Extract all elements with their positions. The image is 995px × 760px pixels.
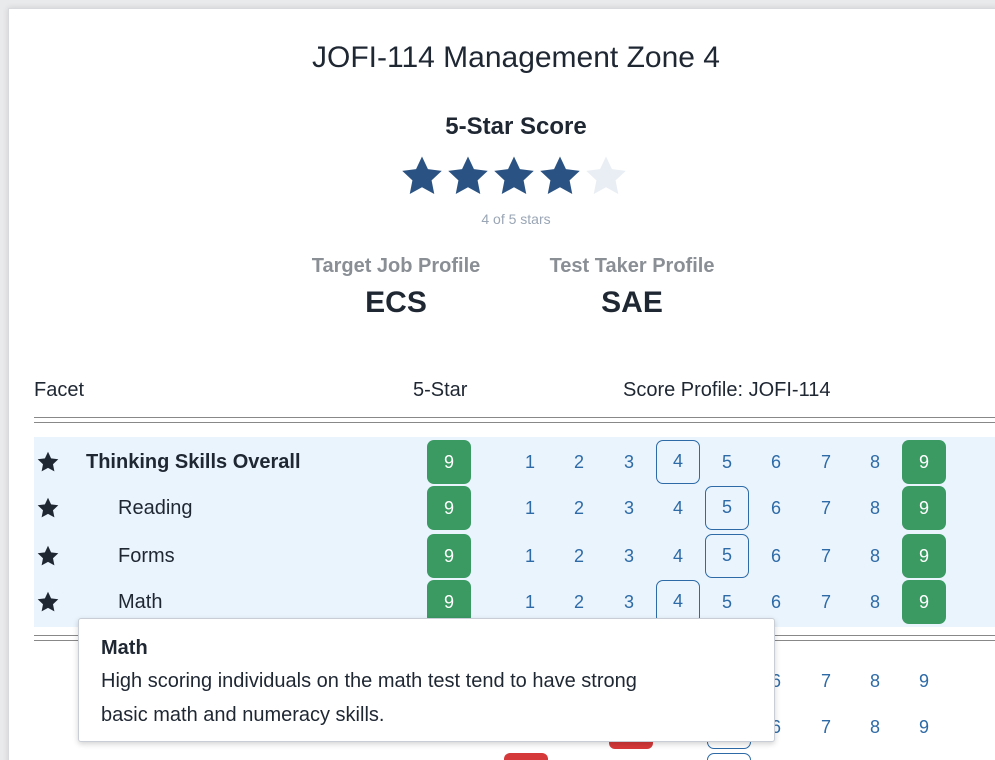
score-option: 3 [623,498,634,518]
score-option: 7 [820,452,831,472]
five-star-badge: 9 [427,534,471,578]
tooltip-body: High scoring individuals on the math tes… [101,664,752,732]
facet-row[interactable]: Reading 9 1 2 3 4 5 6 7 8 9 [34,485,995,531]
profile-target-badge: 9 [902,580,946,624]
score-option: 7 [820,592,831,612]
score-option: 1 [524,452,535,472]
star-icon-filled [494,156,534,195]
score-option: 8 [869,498,880,518]
profile-target-badge: 9 [902,440,946,484]
selected-score: 5 [705,486,749,530]
score-heading: 5-Star Score [445,113,587,140]
star-icon [36,544,60,568]
five-star-badge: 9 [427,440,471,484]
score-option: 9 [918,671,929,691]
facet-name[interactable]: Forms [118,545,175,568]
facet-row[interactable]: Thinking Skills Overall 9 1 2 3 4 5 6 7 8 9 [34,439,995,485]
score-option: 2 [573,498,584,518]
test-taker-profile-value: SAE [601,286,663,319]
score-option: 7 [820,546,831,566]
profile-target-badge: 9 [902,534,946,578]
star-rating [399,153,629,199]
score-option: 8 [869,671,880,691]
score-option: 2 [573,452,584,472]
header-score-profile: Score Profile: JOFI-114 [623,379,831,401]
target-job-profile: Target Job Profile ECS [291,255,501,320]
tooltip-title: Math [101,637,148,659]
star-icon [36,590,60,614]
selected-score: 4 [656,440,700,484]
tooltip-body-line2: basic math and numeracy skills. [101,704,385,726]
score-option: 6 [770,498,781,518]
star-icon-filled [540,156,580,195]
score-option: 4 [672,546,683,566]
score-option: 1 [524,546,535,566]
score-option: 7 [820,498,831,518]
tooltip-body-line1: High scoring individuals on the math tes… [101,670,637,692]
facet-tooltip: Math High scoring individuals on the mat… [78,618,775,742]
facet-name[interactable]: Thinking Skills Overall [86,451,301,474]
star-icon [36,496,60,520]
score-option: 2 [573,546,584,566]
score-option: 9 [918,717,929,737]
target-job-profile-label: Target Job Profile [311,255,481,277]
score-option: 8 [869,546,880,566]
score-option: 8 [869,717,880,737]
score-option: 7 [820,671,831,691]
facet-name[interactable]: Math [118,591,162,614]
score-option: 6 [770,452,781,472]
selected-score: 5 [705,534,749,578]
low-score-badge [504,753,548,760]
test-taker-profile-label: Test Taker Profile [549,255,715,277]
header-five-star: 5-Star [413,379,468,401]
selected-score-outline [707,753,751,760]
score-option: 6 [770,546,781,566]
star-icon-filled [402,156,442,195]
star-caption: 4 of 5 stars [481,211,551,227]
score-option: 8 [869,452,880,472]
target-job-profile-value: ECS [365,286,427,319]
facet-name[interactable]: Reading [118,497,193,520]
score-option: 8 [869,592,880,612]
facet-row[interactable]: Forms 9 1 2 3 4 5 6 7 8 9 [34,533,995,579]
page-title: JOFI-114 Management Zone 4 [312,41,720,74]
score-option: 1 [524,498,535,518]
score-option: 5 [721,452,732,472]
five-star-badge: 9 [427,486,471,530]
score-option: 3 [623,546,634,566]
score-option: 4 [672,498,683,518]
score-option: 3 [623,452,634,472]
profile-target-badge: 9 [902,486,946,530]
star-icon-filled [448,156,488,195]
score-option: 7 [820,717,831,737]
header-divider [34,417,995,423]
header-facet: Facet [34,379,85,401]
star-icon-empty [586,156,626,195]
test-taker-profile: Test Taker Profile SAE [527,255,737,320]
star-icon [36,450,60,474]
